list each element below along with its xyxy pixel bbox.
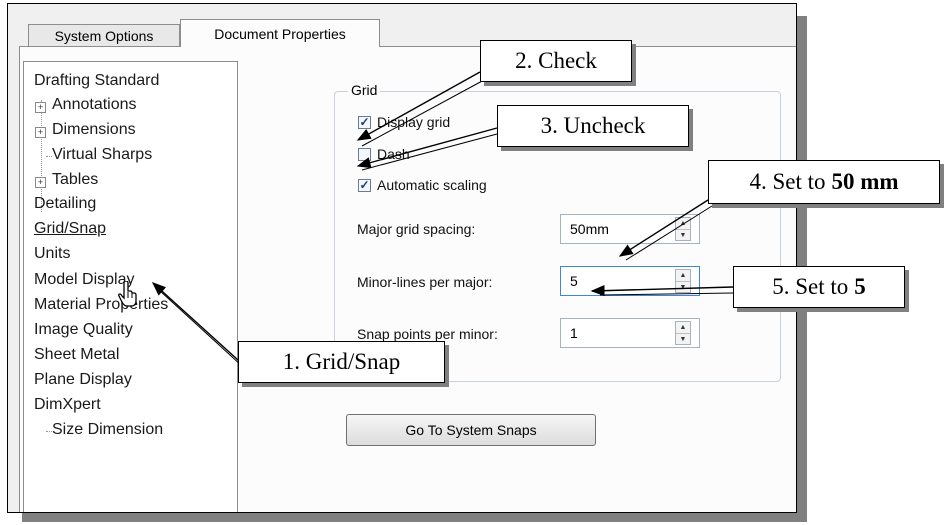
callout-text: 2. Check <box>515 48 597 73</box>
callout-set-5: 5. Set to 5 <box>733 266 905 308</box>
callout-text: 4. Set to <box>749 169 826 194</box>
callout-check: 2. Check <box>480 40 632 82</box>
callout-grid-snap: 1. Grid/Snap <box>238 341 445 383</box>
callout-bold-value: 50 mm <box>831 169 899 194</box>
callout-text: 3. Uncheck <box>540 113 646 138</box>
callout-text: 5. Set to <box>772 274 849 299</box>
callout-text: 1. Grid/Snap <box>282 349 401 374</box>
callout-set-50mm: 4. Set to 50 mm <box>708 160 940 204</box>
annotation-arrows <box>151 71 734 367</box>
callout-uncheck: 3. Uncheck <box>497 105 689 147</box>
callout-bold-value: 5 <box>854 274 866 299</box>
